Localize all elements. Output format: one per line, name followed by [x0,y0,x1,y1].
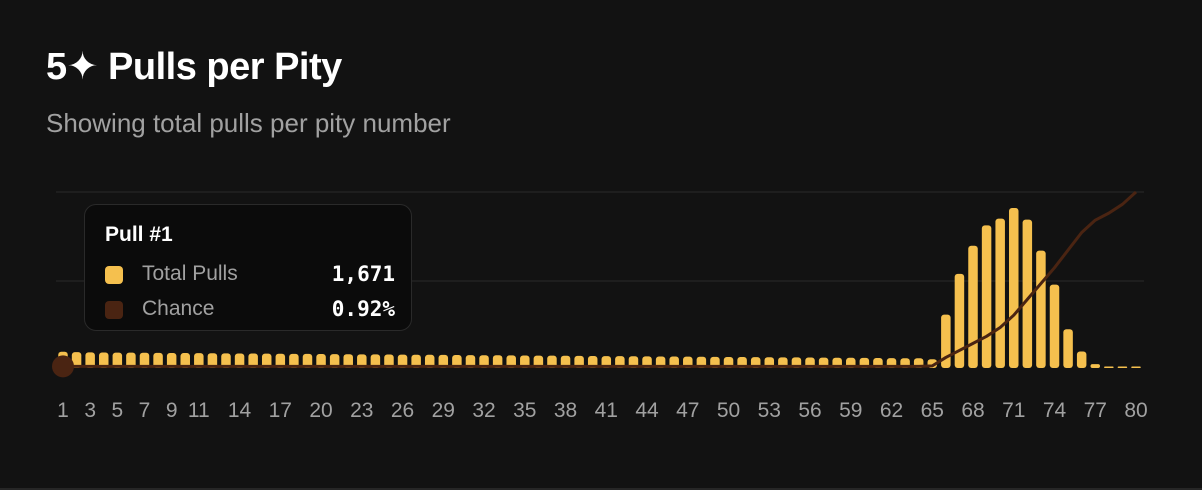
tooltip-title: Pull #1 [105,223,173,246]
bar-pity-75[interactable] [1063,329,1073,368]
x-tick-label: 5 [111,399,123,422]
tooltip-label: Chance [142,297,215,320]
bar-pity-77[interactable] [1090,364,1101,368]
tooltip-label: Total Pulls [142,262,238,285]
x-tick-label: 44 [635,399,659,422]
bar-pity-69[interactable] [981,225,992,368]
x-tick-label: 23 [350,399,373,422]
bar-pity-70[interactable] [995,218,1005,368]
x-tick-label: 47 [676,399,699,422]
bar-pity-79[interactable] [1117,366,1128,369]
chart-tooltip: Pull #1 Total Pulls 1,671 Chance 0.92% [84,204,412,331]
x-tick-label: 1 [57,399,69,422]
x-tick-label: 62 [880,399,903,422]
x-tick-label: 65 [921,399,944,422]
total-pulls-swatch [105,266,123,284]
bar-pity-76[interactable] [1076,351,1087,368]
tooltip-row-chance: Chance 0.92% [105,296,395,324]
x-tick-label: 41 [595,399,618,422]
x-tick-label: 53 [758,399,781,422]
x-tick-label: 7 [139,399,151,422]
tooltip-row-total-pulls: Total Pulls 1,671 [105,261,395,289]
chance-swatch [105,301,123,319]
x-tick-label: 17 [269,399,292,422]
x-tick-label: 35 [513,399,536,422]
x-tick-label: 38 [554,399,577,422]
x-tick-label: 80 [1124,399,1147,422]
bar-pity-73[interactable] [1036,250,1046,368]
x-tick-label: 74 [1043,399,1067,422]
x-tick-label: 56 [798,399,821,422]
active-point-marker [52,355,74,378]
x-tick-label: 14 [228,399,252,422]
tooltip-value: 0.92% [331,297,395,321]
x-tick-label: 32 [472,399,495,422]
chart-card: 5✦ Pulls per Pity Showing total pulls pe… [0,0,1202,490]
x-tick-label: 26 [391,399,414,422]
bar-pity-67[interactable] [954,273,965,368]
x-tick-label: 11 [188,399,210,422]
x-tick-label: 59 [839,399,862,422]
bar-pity-74[interactable] [1049,284,1060,368]
x-axis-ticks: 1 3 5 7 9 11 14 17 20 23 26 29 32 35 38 41 44 47 50 53 56 59 6… [57,399,1148,422]
x-tick-label: 9 [166,399,178,422]
bar-pity-78[interactable] [1104,366,1114,369]
x-tick-label: 20 [309,399,332,422]
x-tick-label: 77 [1084,399,1107,422]
x-tick-label: 50 [717,399,740,422]
bar-pity-71[interactable] [1009,207,1019,368]
bar-pity-80[interactable] [1131,366,1141,369]
x-tick-label: 3 [84,399,96,422]
tooltip-value: 1,671 [331,262,395,286]
x-tick-label: 71 [1002,399,1025,422]
bar-pity-68[interactable] [968,245,978,368]
x-tick-label: 29 [432,399,455,422]
x-tick-label: 68 [961,399,984,422]
